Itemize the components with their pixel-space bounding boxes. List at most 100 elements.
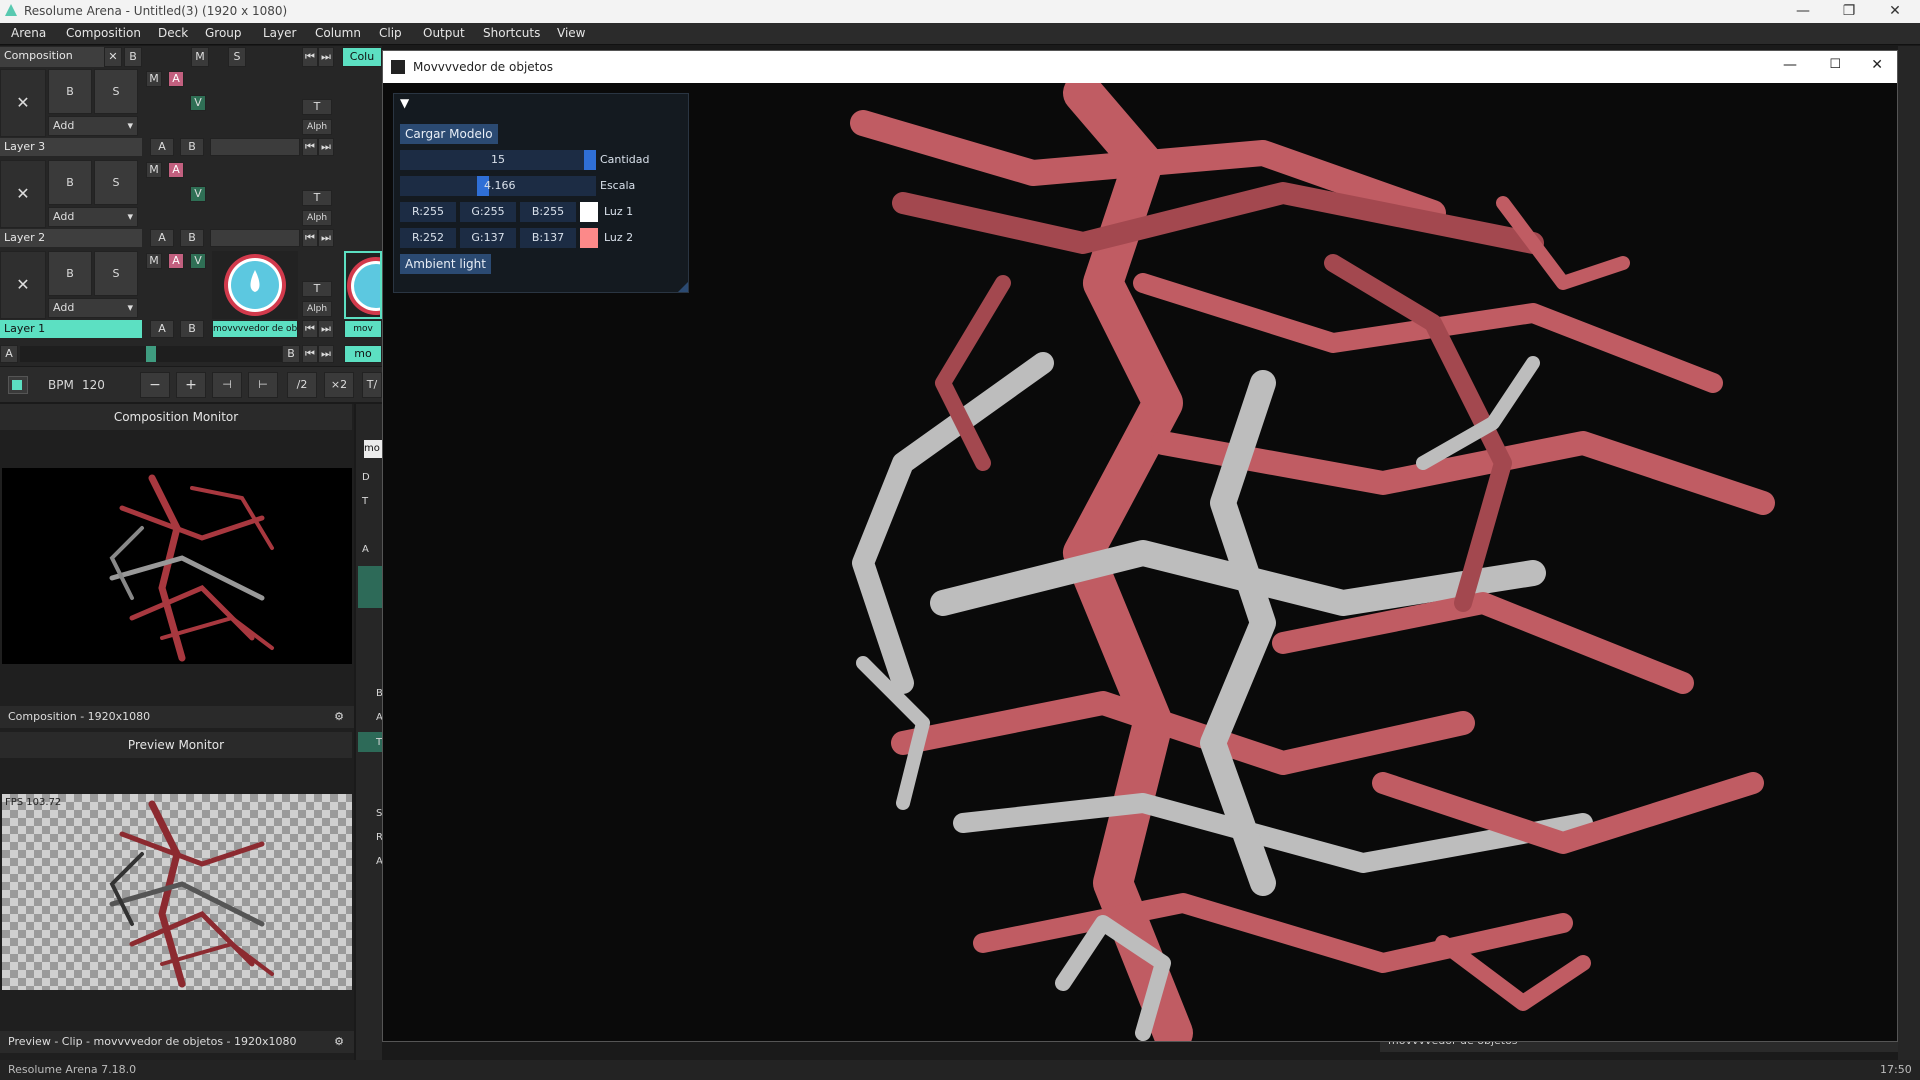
layer1-bypass-button[interactable]: B [48, 251, 92, 296]
bpm-half-button[interactable]: /2 [287, 372, 317, 398]
layer3-add-dropdown[interactable]: Add ▾ [48, 116, 138, 136]
layer1-alpha-button[interactable]: Alph [302, 301, 332, 317]
layer1-prev-button[interactable]: ⏮ [302, 320, 318, 338]
luz2-b-field[interactable]: B:137 [520, 228, 576, 248]
layer3-name[interactable]: Layer 3 [0, 138, 142, 156]
composition-master-button[interactable]: M [191, 47, 209, 67]
layer2-alpha-button[interactable]: Alph [302, 210, 332, 226]
layer3-alpha-button[interactable]: Alph [302, 119, 332, 135]
layer3-empty-slot[interactable] [210, 138, 300, 156]
layer2-name[interactable]: Layer 2 [0, 229, 142, 247]
minimize-button[interactable]: — [1783, 57, 1797, 73]
layer3-audio-button[interactable]: A [168, 71, 184, 87]
composition-monitor-view[interactable] [2, 468, 352, 664]
gear-icon[interactable]: ⚙ [334, 706, 344, 728]
layer1-next-button[interactable]: ⏭ [318, 320, 334, 338]
column-next-button[interactable]: ⏭ [318, 345, 334, 363]
layer3-solo-button[interactable]: S [94, 69, 138, 114]
cantidad-slider-knob[interactable] [584, 150, 596, 170]
layer2-audio-button[interactable]: A [168, 162, 184, 178]
layer1-crossfade-b[interactable]: B [180, 320, 204, 338]
menu-column[interactable]: Column [315, 26, 361, 40]
bpm-decrease-button[interactable]: − [140, 372, 170, 398]
mid-row-a[interactable]: A [362, 544, 369, 555]
column-prev-button[interactable]: ⏮ [302, 345, 318, 363]
layer2-bypass-button[interactable]: B [48, 160, 92, 205]
layer2-crossfade-b[interactable]: B [180, 229, 204, 247]
layer2-video-button[interactable]: V [190, 186, 206, 202]
layer1-clip-label[interactable]: movvvvedor de ob... [212, 320, 298, 338]
maximize-button[interactable]: ☐ [1829, 57, 1841, 72]
layer1-clip-thumbnail[interactable] [212, 251, 298, 319]
layer3-video-button[interactable]: V [190, 95, 206, 111]
layer2-prev-button[interactable]: ⏮ [302, 229, 318, 247]
composition-header[interactable]: Composition [0, 47, 104, 67]
menu-deck[interactable]: Deck [158, 26, 188, 40]
layer1-video-button[interactable]: V [190, 253, 206, 269]
luz1-color-swatch[interactable] [580, 202, 598, 222]
menu-layer[interactable]: Layer [263, 26, 296, 40]
preview-monitor-view[interactable] [2, 794, 352, 990]
layer2-clear-button[interactable]: ✕ [0, 160, 46, 228]
layer2-next-button[interactable]: ⏭ [318, 229, 334, 247]
layer2-crossfade-a[interactable]: A [150, 229, 174, 247]
bpm-double-button[interactable]: ×2 [324, 372, 354, 398]
layer1-add-dropdown[interactable]: Add ▾ [48, 298, 138, 318]
minimize-button[interactable]: — [1780, 0, 1826, 23]
layer2-empty-slot[interactable] [210, 229, 300, 247]
cantidad-slider[interactable]: 15 [400, 150, 596, 170]
collapse-triangle-icon[interactable]: ▼ [400, 96, 409, 110]
layer1-clip2-label[interactable]: mov [344, 320, 382, 338]
luz2-color-swatch[interactable] [580, 228, 598, 248]
layer1-name[interactable]: Layer 1 [0, 320, 142, 338]
luz1-b-field[interactable]: B:255 [520, 202, 576, 222]
menu-composition[interactable]: Composition [66, 26, 141, 40]
composition-bypass-button[interactable]: B [124, 47, 142, 67]
layer1-audio-button[interactable]: A [168, 253, 184, 269]
layer2-solo-button[interactable]: S [94, 160, 138, 205]
resize-handle-icon[interactable] [678, 282, 688, 292]
menu-output[interactable]: Output [423, 26, 465, 40]
menu-arena[interactable]: Arena [11, 26, 46, 40]
layer3-clear-button[interactable]: ✕ [0, 69, 46, 137]
layer1-solo-button[interactable]: S [94, 251, 138, 296]
metronome-icon[interactable] [8, 376, 28, 394]
layer2-mask-button[interactable]: M [146, 162, 162, 178]
layer2-add-dropdown[interactable]: Add ▾ [48, 207, 138, 227]
layer2-transition-button[interactable]: T [302, 190, 332, 206]
layer3-bypass-button[interactable]: B [48, 69, 92, 114]
close-button[interactable]: ✕ [1872, 0, 1918, 23]
next-column-button[interactable]: ⏭ [318, 47, 334, 67]
column-launch-button[interactable]: mo [344, 345, 382, 363]
layer1-mask-button[interactable]: M [146, 253, 162, 269]
layer3-prev-button[interactable]: ⏮ [302, 138, 318, 156]
layer3-crossfade-a[interactable]: A [150, 138, 174, 156]
luz1-r-field[interactable]: R:255 [400, 202, 456, 222]
crossfader-b-button[interactable]: B [282, 345, 300, 363]
maximize-button[interactable]: ❐ [1826, 0, 1872, 23]
layer1-transition-button[interactable]: T [302, 281, 332, 297]
nudge-forward-button[interactable]: ⊢ [248, 372, 278, 398]
layer1-clear-button[interactable]: ✕ [0, 251, 46, 319]
ambient-light-button[interactable]: Ambient light [400, 254, 491, 274]
column-tab[interactable]: Colu [342, 47, 382, 67]
prev-column-button[interactable]: ⏮ [302, 47, 318, 67]
layer1-clip2-thumbnail[interactable] [344, 251, 382, 319]
luz2-g-field[interactable]: G:137 [460, 228, 516, 248]
layer3-transition-button[interactable]: T [302, 99, 332, 115]
layer3-crossfade-b[interactable]: B [180, 138, 204, 156]
crossfader-a-button[interactable]: A [0, 345, 18, 363]
mid-row-t[interactable]: T [362, 496, 368, 507]
layer1-crossfade-a[interactable]: A [150, 320, 174, 338]
luz1-g-field[interactable]: G:255 [460, 202, 516, 222]
close-button[interactable]: ✕ [1871, 57, 1883, 73]
composition-clear-button[interactable]: ✕ [104, 47, 122, 67]
bpm-value[interactable]: 120 [82, 378, 105, 392]
menu-group[interactable]: Group [205, 26, 242, 40]
nudge-back-button[interactable]: ⊣ [212, 372, 242, 398]
mid-row-d[interactable]: D [362, 472, 370, 483]
bpm-increase-button[interactable]: + [176, 372, 206, 398]
gear-icon[interactable]: ⚙ [334, 1031, 344, 1053]
menu-clip[interactable]: Clip [379, 26, 402, 40]
tap-button[interactable]: T/ [362, 372, 382, 398]
